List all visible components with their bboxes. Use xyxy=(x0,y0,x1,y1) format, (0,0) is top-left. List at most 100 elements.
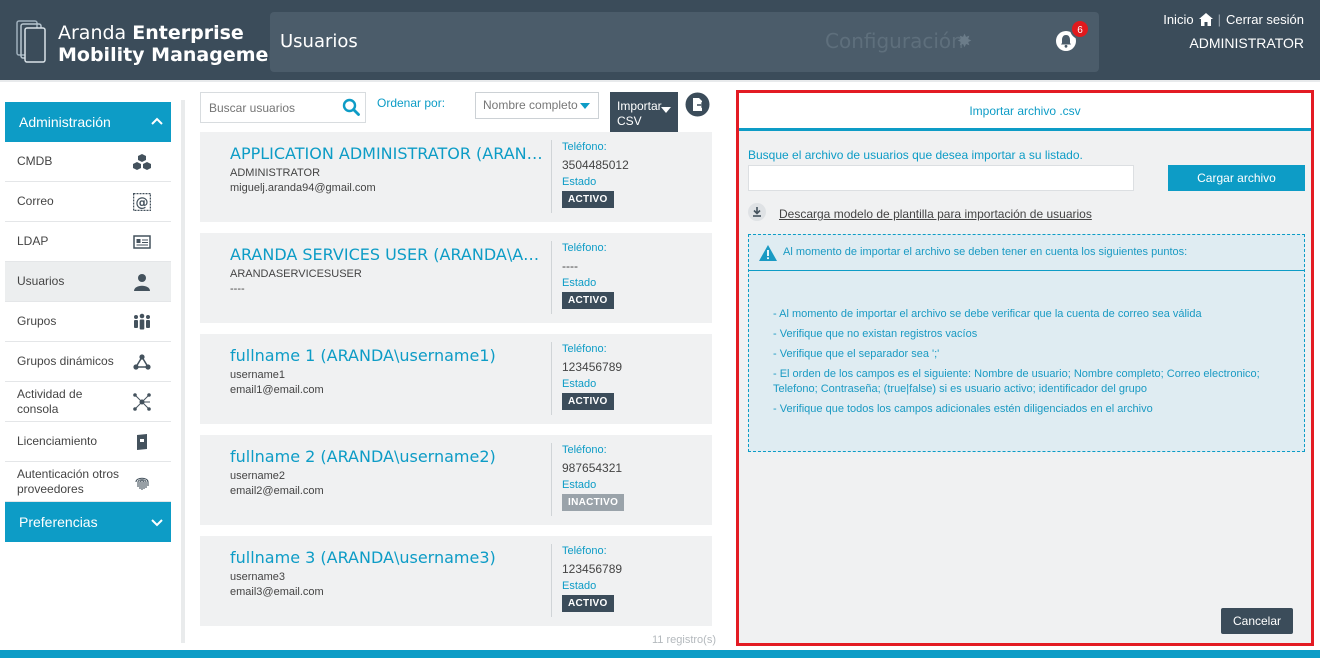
status-label: Estado xyxy=(562,580,597,592)
phone-value: 123456789 xyxy=(562,562,623,576)
sort-value: Nombre completo xyxy=(483,98,578,112)
user-username: username3 xyxy=(230,571,286,583)
notice-item: - El orden de los campos es el siguiente… xyxy=(773,368,1260,395)
import-label-line2: CSV xyxy=(617,114,642,128)
network-icon xyxy=(133,393,151,411)
status-label: Estado xyxy=(562,176,597,188)
sidebar-item-grupos[interactable]: Grupos xyxy=(5,302,171,342)
cubes-icon xyxy=(133,154,151,170)
status-label: Estado xyxy=(562,479,597,491)
status-label: Estado xyxy=(562,277,597,289)
sidebar-item-actividad-consola[interactable]: Actividad de consola xyxy=(5,382,171,422)
notification-badge: 6 xyxy=(1070,19,1090,39)
sidebar-item-label: Usuarios xyxy=(17,274,65,288)
sidebar-item-label: Autenticación otros proveedores xyxy=(17,466,120,496)
sort-select[interactable]: Nombre completo xyxy=(475,92,599,119)
status-badge: ACTIVO xyxy=(562,292,614,309)
status-badge: INACTIVO xyxy=(562,494,625,511)
record-count: 11 registro(s) xyxy=(652,634,716,646)
user-fullname[interactable]: fullname 2 (ARANDA\username2) xyxy=(230,447,545,466)
user-card[interactable]: fullname 1 (ARANDA\username1) username1 … xyxy=(200,334,712,424)
user-username: ARANDASERVICESUSER xyxy=(230,268,362,280)
phone-label: Teléfono: xyxy=(562,545,607,557)
notice-item: - Al momento de importar el archivo se d… xyxy=(773,308,1202,320)
separator: | xyxy=(1217,12,1221,27)
share-nodes-icon xyxy=(133,354,151,370)
phone-label: Teléfono: xyxy=(562,242,607,254)
download-icon[interactable] xyxy=(748,203,766,221)
prefs-section-label: Preferencias xyxy=(19,514,98,530)
user-fullname[interactable]: ARANDA SERVICES USER (ARANDA\ARANDASERVI… xyxy=(230,245,545,264)
phone-label: Teléfono: xyxy=(562,141,607,153)
sidebar-item-autenticacion[interactable]: Autenticación otros proveedores xyxy=(5,462,171,502)
sidebar-item-usuarios[interactable]: Usuarios xyxy=(5,262,171,302)
import-csv-button[interactable]: Importar CSV xyxy=(610,92,678,133)
status-badge: ACTIVO xyxy=(562,191,614,208)
file-path-field[interactable] xyxy=(748,165,1134,191)
logout-link[interactable]: Cerrar sesión xyxy=(1226,12,1304,27)
user-email: email3@email.com xyxy=(230,586,324,598)
header-panel: Usuarios Configuración ✸ 6 xyxy=(270,12,1099,72)
download-template-link[interactable]: Descarga modelo de plantilla para import… xyxy=(779,207,1092,221)
prefs-section-header[interactable]: Preferencias xyxy=(5,502,171,542)
sort-label: Ordenar por: xyxy=(377,96,446,110)
upload-file-button[interactable]: Cargar archivo xyxy=(1168,165,1305,191)
sidebar-item-licenciamiento[interactable]: Licenciamiento xyxy=(5,422,171,462)
notice-header: Al momento de importar el archivo se deb… xyxy=(749,235,1304,271)
top-bar: Aranda Enterprise Mobility Management Us… xyxy=(0,0,1320,82)
import-csv-panel: Importar archivo .csv Busque el archivo … xyxy=(736,90,1314,646)
user-fullname[interactable]: APPLICATION ADMINISTRATOR (ARANDA\ADMINI… xyxy=(230,144,545,163)
search-input[interactable] xyxy=(201,93,331,122)
user-icon xyxy=(134,274,150,291)
config-link[interactable]: Configuración xyxy=(825,29,964,53)
bottom-bar xyxy=(0,650,1320,658)
search-icon[interactable] xyxy=(342,98,360,116)
notice-item: - Verifique que todos los campos adicion… xyxy=(773,403,1153,415)
sidebar-item-grupos-dinamicos[interactable]: Grupos dinámicos xyxy=(5,342,171,382)
divider xyxy=(551,140,552,213)
user-card[interactable]: fullname 3 (ARANDA\username3) username3 … xyxy=(200,536,712,626)
phone-value: 3504485012 xyxy=(562,158,629,172)
notice-title: Al momento de importar el archivo se deb… xyxy=(783,246,1188,258)
sidebar-item-ldap[interactable]: LDAP xyxy=(5,222,171,262)
svg-text:@: @ xyxy=(136,196,149,211)
cancel-button[interactable]: Cancelar xyxy=(1221,608,1293,634)
user-card[interactable]: fullname 2 (ARANDA\username2) username2 … xyxy=(200,435,712,525)
home-link[interactable]: Inicio xyxy=(1163,12,1193,27)
chevron-up-icon xyxy=(151,117,163,125)
status-label: Estado xyxy=(562,378,597,390)
divider xyxy=(551,443,552,516)
divider xyxy=(551,241,552,314)
license-book-icon xyxy=(137,434,147,450)
user-email: ---- xyxy=(230,283,245,295)
user-card[interactable]: APPLICATION ADMINISTRATOR (ARANDA\ADMINI… xyxy=(200,132,712,222)
user-username: username1 xyxy=(230,369,286,381)
user-card[interactable]: ARANDA SERVICES USER (ARANDA\ARANDASERVI… xyxy=(200,233,712,323)
user-role: ADMINISTRATOR xyxy=(1189,35,1304,51)
user-username: ADMINISTRATOR xyxy=(230,167,321,179)
admin-section-header[interactable]: Administración xyxy=(5,102,171,142)
user-username: username2 xyxy=(230,470,286,482)
sidebar-item-cmdb[interactable]: CMDB xyxy=(5,142,171,182)
export-file-icon[interactable] xyxy=(685,92,710,117)
user-fullname[interactable]: fullname 1 (ARANDA\username1) xyxy=(230,346,545,365)
divider xyxy=(551,342,552,415)
sidebar-item-correo[interactable]: Correo @ xyxy=(5,182,171,222)
sidebar-item-label: Grupos xyxy=(17,314,57,328)
sidebar-item-label: Actividad de consola xyxy=(17,386,83,416)
divider xyxy=(551,544,552,617)
sidebar-item-label: CMDB xyxy=(17,154,53,168)
group-icon xyxy=(134,313,150,330)
home-icon[interactable] xyxy=(1198,13,1213,26)
caret-down-icon xyxy=(580,103,590,109)
top-links: Inicio | Cerrar sesión xyxy=(1163,12,1304,27)
admin-section-label: Administración xyxy=(19,114,111,130)
notice-list: - Al momento de importar el archivo se d… xyxy=(773,307,1293,422)
gear-icon[interactable]: ✸ xyxy=(957,31,972,52)
user-fullname[interactable]: fullname 3 (ARANDA\username3) xyxy=(230,548,545,567)
status-badge: ACTIVO xyxy=(562,393,614,410)
chevron-down-icon xyxy=(151,519,163,527)
fingerprint-icon xyxy=(135,477,149,490)
sidebar-scrollbar[interactable] xyxy=(181,100,185,643)
sidebar-item-label: Licenciamiento xyxy=(17,434,98,448)
